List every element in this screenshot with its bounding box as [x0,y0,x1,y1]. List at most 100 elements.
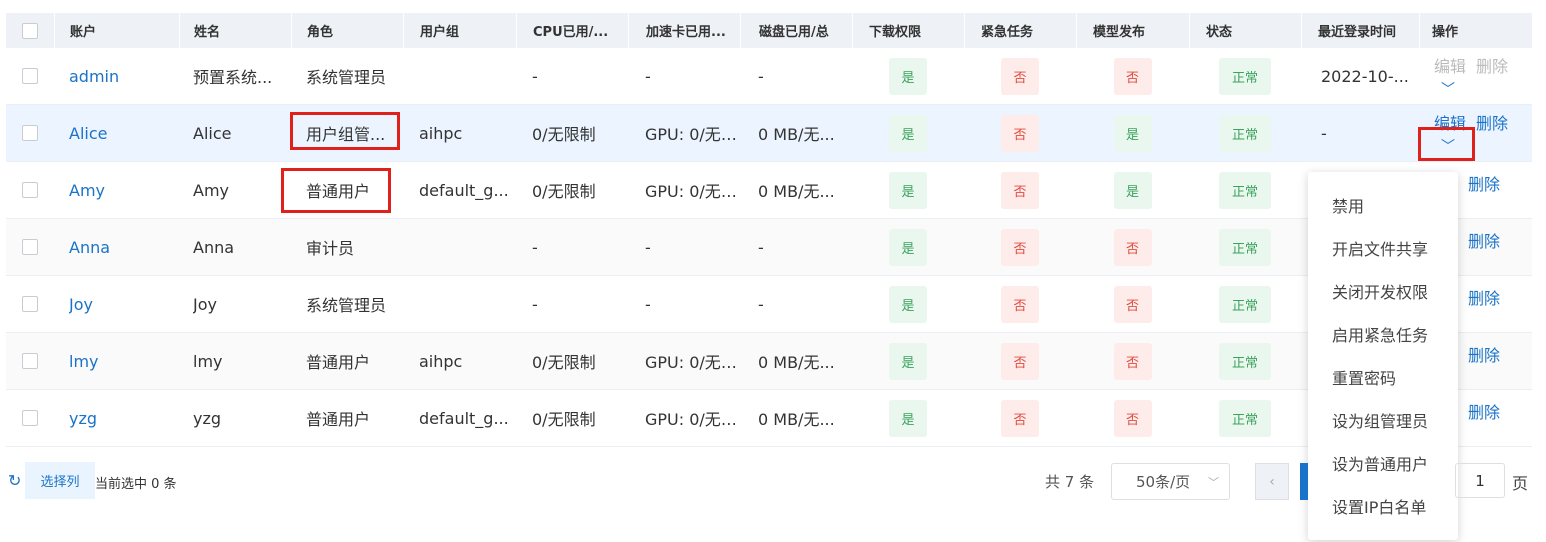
table-row: Joy Joy 系统管理员 - - - 是 否 否 正常 目 删除 [6,276,1532,333]
row-checkbox[interactable] [22,353,38,369]
user-name: Amy [193,180,229,200]
download-permission-badge: 是 [889,57,927,95]
edit-button[interactable]: 编辑 [1434,53,1466,77]
account-link[interactable]: Joy [69,295,93,314]
account-link[interactable]: admin [69,67,119,86]
status-badge: 正常 [1219,114,1271,152]
row-checkbox[interactable] [22,68,38,84]
row-select[interactable] [6,105,54,161]
menu-item[interactable]: 设为组管理员 [1308,398,1458,441]
account-link[interactable]: Alice [69,124,107,143]
user-name: Joy [193,294,217,314]
status-badge: 正常 [1219,342,1271,380]
disk-usage: - [758,66,764,86]
menu-item[interactable]: 关闭开发权限 [1308,269,1458,312]
user-role: 系统管理员 [306,296,387,315]
header-publish[interactable]: 模型发布 [1076,13,1189,48]
more-actions-button[interactable]: ﹀ [1434,79,1462,99]
model-publish-badge: 否 [1113,399,1152,437]
account-link[interactable]: lmy [69,352,99,371]
account-link[interactable]: Amy [69,181,105,200]
header-role[interactable]: 角色 [291,13,403,48]
disk-usage: 0 MB/无... [758,125,835,144]
disk-usage: - [758,237,764,257]
row-checkbox[interactable] [22,410,38,426]
selected-count: 当前选中 0 条 [95,477,177,492]
row-select[interactable] [6,276,54,332]
gpu-usage: - [645,66,651,86]
status-badge: 正常 [1219,399,1271,437]
header-urgent[interactable]: 紧急任务 [964,13,1076,48]
account-link[interactable]: Anna [69,238,110,257]
select-columns-button[interactable]: 选择列 [25,462,95,499]
user-table: 账户 姓名 角色 用户组 CPU已用/... 加速卡已用... 磁盘已用/总 下… [6,13,1532,447]
urgent-task-badge: 否 [1001,57,1039,95]
user-role: 普通用户 [306,353,371,372]
cpu-usage: - [532,294,538,314]
header-last-login[interactable]: 最近登录时间 [1301,13,1419,48]
menu-item[interactable]: 禁用 [1308,183,1458,226]
gpu-usage: GPU: 0/无限制 [645,125,740,144]
user-group: default_g... [419,408,509,428]
menu-item[interactable]: 开启文件共享 [1308,226,1458,269]
delete-button[interactable]: 删除 [1468,342,1500,366]
page-size-select[interactable]: 50条/页 ﹀ [1111,463,1230,500]
delete-button[interactable]: 删除 [1476,110,1508,134]
prev-page-button[interactable]: ‹ [1255,463,1289,500]
gpu-usage: - [645,237,651,257]
header-gpu[interactable]: 加速卡已用... [628,13,740,48]
table-row: lmy lmy 普通用户 aihpc 0/无限制 GPU: 0/无限制 0 MB… [6,333,1532,390]
current-page-button[interactable] [1300,463,1308,500]
menu-item[interactable]: 重置密码 [1308,355,1458,398]
download-permission-badge: 是 [889,399,927,437]
cpu-usage: - [532,237,538,257]
cpu-usage: 0/无限制 [532,353,596,372]
row-checkbox[interactable] [22,239,38,255]
gpu-usage: - [645,294,651,314]
header-download[interactable]: 下载权限 [852,13,964,48]
model-publish-badge: 否 [1113,57,1152,95]
row-select[interactable] [6,219,54,275]
chevron-left-icon: ‹ [1269,473,1275,490]
header-select-all[interactable] [6,13,54,48]
menu-item[interactable]: 启用紧急任务 [1308,312,1458,355]
delete-button[interactable]: 删除 [1468,399,1500,423]
row-checkbox[interactable] [22,125,38,141]
highlight-box-role-alice [290,112,400,150]
row-checkbox[interactable] [22,296,38,312]
delete-button[interactable]: 删除 [1468,285,1500,309]
row-select[interactable] [6,333,54,389]
total-count: 共 7 条 [1045,473,1095,491]
header-status[interactable]: 状态 [1189,13,1301,48]
header-cpu[interactable]: CPU已用/... [516,13,628,48]
delete-button[interactable]: 删除 [1468,228,1500,252]
download-permission-badge: 是 [889,228,927,266]
table-row: Anna Anna 审计员 - - - 是 否 否 正常 目 删除 [6,219,1532,276]
row-checkbox[interactable] [22,182,38,198]
delete-button[interactable]: 删除 [1476,53,1508,77]
model-publish-badge: 否 [1113,342,1152,380]
header-name[interactable]: 姓名 [179,13,291,48]
select-all-checkbox[interactable] [22,22,38,39]
row-select[interactable] [6,48,54,104]
header-disk[interactable]: 磁盘已用/总 [740,13,852,48]
user-name: lmy [193,351,223,371]
refresh-icon[interactable]: ↻ [8,471,21,490]
user-role: 审计员 [306,239,355,258]
model-publish-badge: 否 [1113,228,1152,266]
disk-usage: 0 MB/无... [758,353,835,372]
download-permission-badge: 是 [889,114,927,152]
header-group[interactable]: 用户组 [403,13,516,48]
status-badge: 正常 [1219,228,1271,266]
page-jump-input[interactable]: 1 [1455,463,1505,498]
user-group: aihpc [419,123,463,143]
row-select[interactable] [6,162,54,218]
account-link[interactable]: yzg [69,409,97,428]
row-select[interactable] [6,390,54,446]
table-row: admin 预置系统... 系统管理员 - - - 是 否 否 正常 2022-… [6,48,1532,105]
delete-button[interactable]: 删除 [1468,171,1500,195]
user-name: yzg [193,408,222,428]
urgent-task-badge: 否 [1001,171,1039,209]
urgent-task-badge: 否 [1001,228,1039,266]
header-account[interactable]: 账户 [54,13,179,48]
